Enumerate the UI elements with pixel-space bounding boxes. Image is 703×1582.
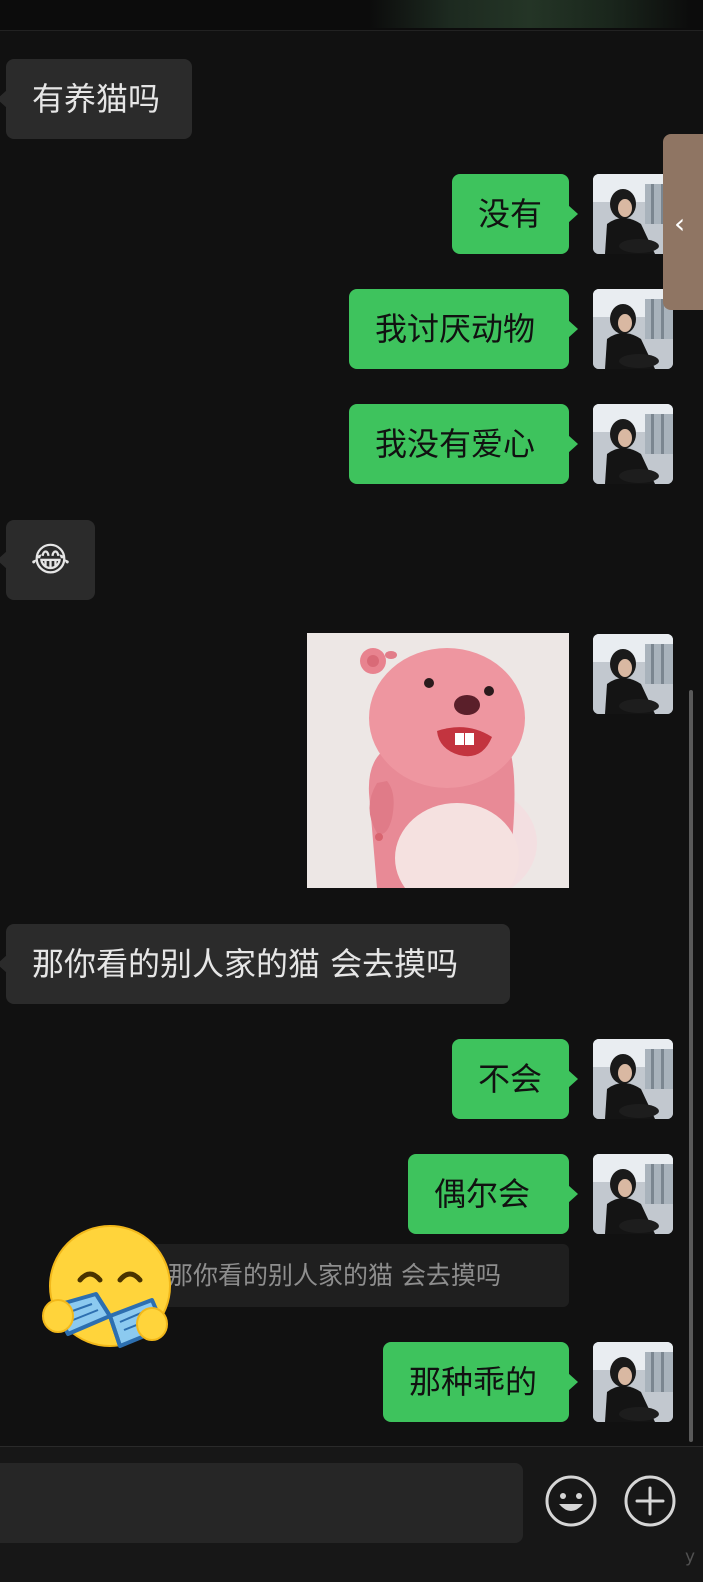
message-incoming[interactable]: 那你看的别人家的猫 会去摸吗 — [0, 924, 510, 1004]
message-outgoing[interactable]: 我没有爱心 — [349, 404, 578, 484]
watermark: y — [508, 1544, 703, 1570]
message-text: 那种乖的 — [409, 1363, 538, 1401]
message-outgoing[interactable]: 那种乖的 — [383, 1342, 578, 1422]
chevron-left-icon: ‹ — [674, 207, 686, 240]
message-text: 没有 — [478, 195, 543, 233]
plus-circle-icon — [624, 1475, 676, 1527]
message-text: 偶尔会 — [434, 1175, 531, 1213]
quoted-text: 那你看的别人家的猫 会去摸吗 — [168, 1261, 501, 1290]
avatar[interactable] — [593, 289, 673, 369]
message-text: 不会 — [478, 1060, 543, 1098]
reading-emoji-sticker — [40, 1224, 175, 1354]
quoted-message[interactable]: 那你看的别人家的猫 会去摸吗 — [148, 1244, 569, 1307]
avatar[interactable] — [593, 1039, 673, 1119]
message-outgoing[interactable]: 不会 — [452, 1039, 578, 1119]
message-text: 我没有爱心 — [375, 425, 536, 463]
top-strip-image — [370, 0, 690, 28]
avatar[interactable] — [593, 1342, 673, 1422]
side-panel-tab[interactable]: ‹ — [663, 134, 703, 310]
top-strip — [0, 0, 703, 31]
message-incoming-emoji[interactable]: 😂 — [0, 520, 95, 600]
smiley-icon — [545, 1475, 597, 1527]
message-text: 那你看的别人家的猫 会去摸吗 — [32, 945, 459, 983]
message-outgoing[interactable]: 没有 — [452, 174, 578, 254]
avatar[interactable] — [593, 1154, 673, 1234]
scrollbar[interactable] — [689, 690, 693, 1442]
laughing-emoji-icon: 😂 — [30, 540, 71, 580]
message-outgoing[interactable]: 偶尔会 — [408, 1154, 578, 1234]
message-incoming[interactable]: 有养猫吗 — [0, 59, 192, 139]
avatar[interactable] — [593, 174, 673, 254]
message-text: 我讨厌动物 — [375, 310, 536, 348]
message-input[interactable] — [0, 1463, 523, 1543]
pink-beaver-sticker[interactable] — [307, 633, 569, 888]
avatar[interactable] — [593, 634, 673, 714]
watermark-text: y — [684, 1547, 695, 1567]
avatar[interactable] — [593, 404, 673, 484]
emoji-button[interactable] — [544, 1474, 598, 1528]
message-outgoing[interactable]: 我讨厌动物 — [349, 289, 578, 369]
message-text: 有养猫吗 — [32, 80, 161, 118]
more-button[interactable] — [623, 1474, 677, 1528]
